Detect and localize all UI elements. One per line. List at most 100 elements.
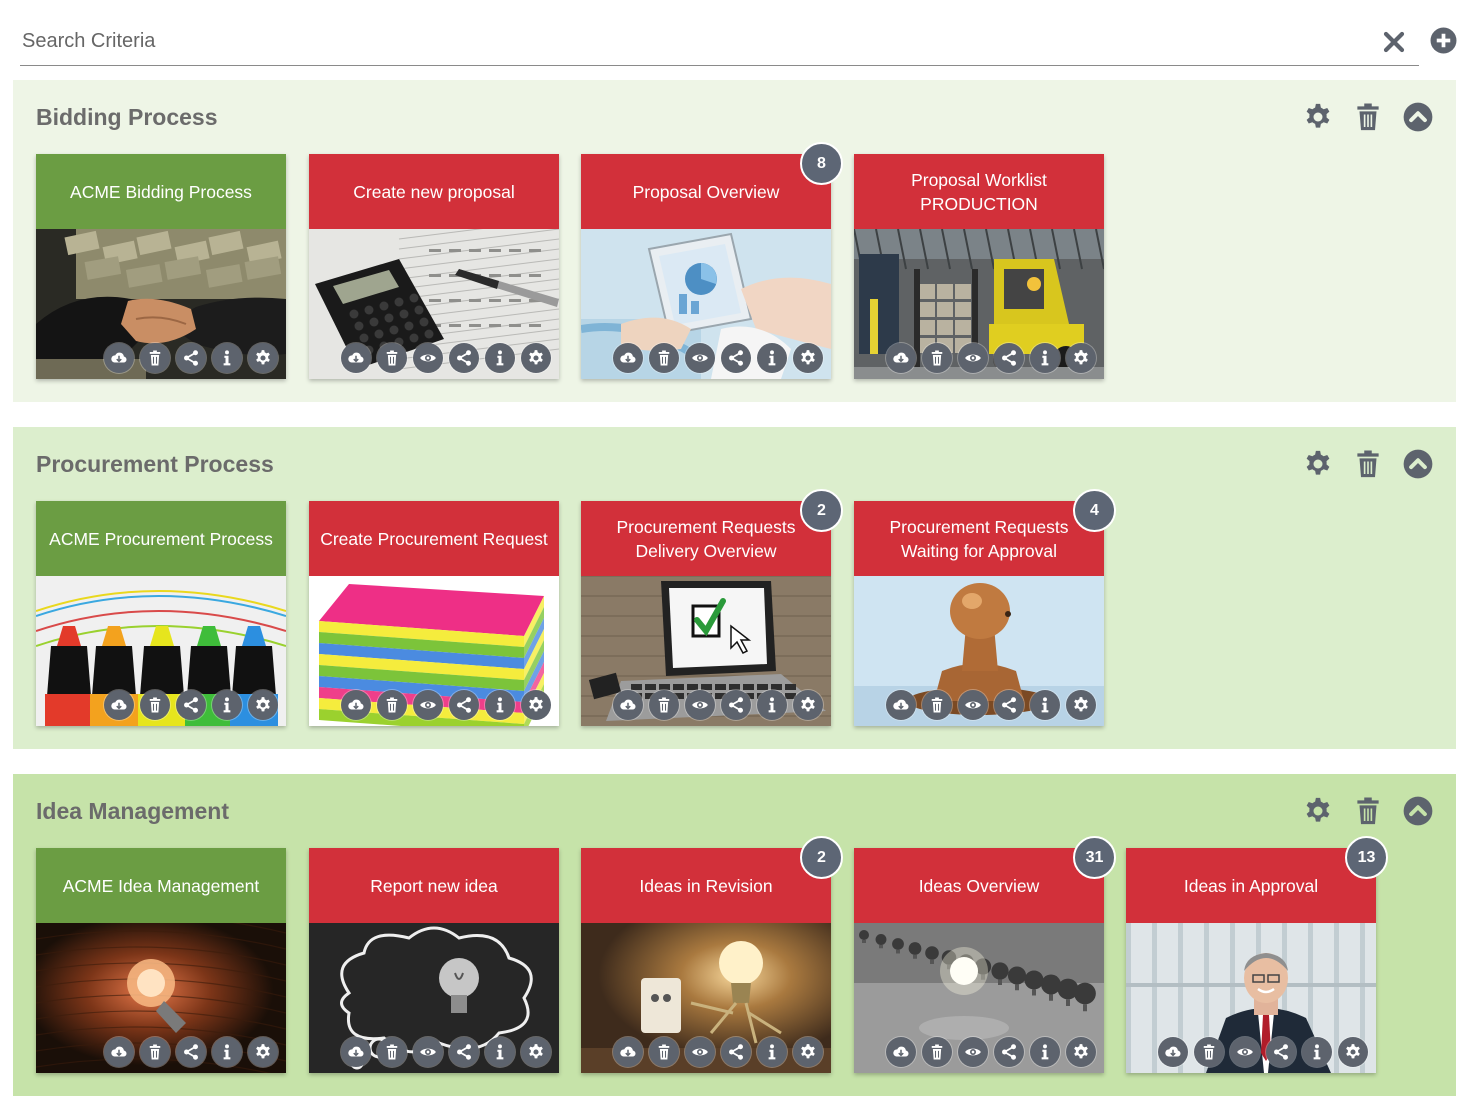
share-button[interactable] <box>176 690 206 720</box>
delete-button[interactable] <box>377 1037 407 1067</box>
info-button[interactable] <box>757 343 787 373</box>
info-button[interactable] <box>212 690 242 720</box>
app-tile[interactable]: Procurement Requests Delivery Overview 2 <box>581 489 843 726</box>
tile-header[interactable]: Proposal Overview <box>581 154 831 229</box>
info-button[interactable] <box>485 343 515 373</box>
share-button[interactable] <box>994 343 1024 373</box>
share-button[interactable] <box>1266 1037 1296 1067</box>
info-button[interactable] <box>757 690 787 720</box>
settings-button[interactable] <box>793 343 823 373</box>
app-tile[interactable]: ACME Procurement Process <box>36 501 286 726</box>
share-button[interactable] <box>449 690 479 720</box>
download-button[interactable] <box>341 343 371 373</box>
download-button[interactable] <box>104 343 134 373</box>
settings-button[interactable] <box>1066 690 1096 720</box>
info-button[interactable] <box>485 1037 515 1067</box>
group-delete-button[interactable] <box>1353 796 1385 828</box>
view-button[interactable] <box>413 343 443 373</box>
app-tile[interactable]: Procurement Requests Waiting for Approva… <box>854 489 1116 726</box>
tile-header[interactable]: Create Procurement Request <box>309 501 559 576</box>
view-button[interactable] <box>685 1037 715 1067</box>
settings-button[interactable] <box>793 690 823 720</box>
info-button[interactable] <box>1302 1037 1332 1067</box>
delete-button[interactable] <box>1194 1037 1224 1067</box>
settings-button[interactable] <box>248 690 278 720</box>
app-tile[interactable]: Create Procurement Request <box>309 501 559 726</box>
share-button[interactable] <box>721 1037 751 1067</box>
settings-button[interactable] <box>1066 343 1096 373</box>
app-tile[interactable]: Ideas in Revision 2 <box>581 836 843 1073</box>
tile-header[interactable]: Ideas Overview <box>854 848 1104 923</box>
delete-button[interactable] <box>140 1037 170 1067</box>
view-button[interactable] <box>685 690 715 720</box>
tile-header[interactable]: ACME Bidding Process <box>36 154 286 229</box>
share-button[interactable] <box>449 1037 479 1067</box>
tile-header[interactable]: ACME Procurement Process <box>36 501 286 576</box>
delete-button[interactable] <box>922 1037 952 1067</box>
download-button[interactable] <box>1158 1037 1188 1067</box>
download-button[interactable] <box>613 343 643 373</box>
app-tile[interactable]: ACME Bidding Process <box>36 154 286 379</box>
tile-header[interactable]: Ideas in Approval <box>1126 848 1376 923</box>
delete-button[interactable] <box>922 343 952 373</box>
delete-button[interactable] <box>140 690 170 720</box>
tile-header[interactable]: Procurement Requests Delivery Overview <box>581 501 831 576</box>
info-button[interactable] <box>1030 690 1060 720</box>
view-button[interactable] <box>958 690 988 720</box>
download-button[interactable] <box>886 690 916 720</box>
delete-button[interactable] <box>140 343 170 373</box>
info-button[interactable] <box>212 343 242 373</box>
delete-button[interactable] <box>377 343 407 373</box>
delete-button[interactable] <box>649 690 679 720</box>
group-collapse-button[interactable] <box>1403 796 1435 828</box>
share-button[interactable] <box>721 690 751 720</box>
view-button[interactable] <box>958 343 988 373</box>
view-button[interactable] <box>413 690 443 720</box>
app-tile[interactable]: ACME Idea Management <box>36 848 286 1073</box>
app-tile[interactable]: Ideas Overview 31 <box>854 836 1116 1073</box>
share-button[interactable] <box>176 1037 206 1067</box>
download-button[interactable] <box>886 343 916 373</box>
download-button[interactable] <box>341 1037 371 1067</box>
app-tile[interactable]: Report new idea <box>309 848 559 1073</box>
settings-button[interactable] <box>1066 1037 1096 1067</box>
settings-button[interactable] <box>521 343 551 373</box>
tile-header[interactable]: Procurement Requests Waiting for Approva… <box>854 501 1104 576</box>
delete-button[interactable] <box>922 690 952 720</box>
view-button[interactable] <box>685 343 715 373</box>
group-settings-button[interactable] <box>1303 102 1335 134</box>
app-tile[interactable]: Create new proposal <box>309 154 559 379</box>
delete-button[interactable] <box>649 343 679 373</box>
app-tile[interactable]: Proposal Overview 8 <box>581 142 843 379</box>
info-button[interactable] <box>757 1037 787 1067</box>
download-button[interactable] <box>613 1037 643 1067</box>
settings-button[interactable] <box>521 1037 551 1067</box>
info-button[interactable] <box>212 1037 242 1067</box>
group-collapse-button[interactable] <box>1403 102 1435 134</box>
tile-header[interactable]: Create new proposal <box>309 154 559 229</box>
clear-search-button[interactable] <box>1382 30 1406 54</box>
settings-button[interactable] <box>1338 1037 1368 1067</box>
info-button[interactable] <box>485 690 515 720</box>
group-delete-button[interactable] <box>1353 102 1385 134</box>
download-button[interactable] <box>341 690 371 720</box>
settings-button[interactable] <box>521 690 551 720</box>
info-button[interactable] <box>1030 343 1060 373</box>
group-settings-button[interactable] <box>1303 796 1335 828</box>
search-input[interactable] <box>20 26 1364 56</box>
group-settings-button[interactable] <box>1303 449 1335 481</box>
info-button[interactable] <box>1030 1037 1060 1067</box>
tile-header[interactable]: Report new idea <box>309 848 559 923</box>
view-button[interactable] <box>413 1037 443 1067</box>
app-tile[interactable]: Proposal Worklist PRODUCTION <box>854 154 1104 379</box>
share-button[interactable] <box>994 1037 1024 1067</box>
delete-button[interactable] <box>649 1037 679 1067</box>
add-group-button[interactable] <box>1430 27 1457 54</box>
download-button[interactable] <box>104 1037 134 1067</box>
download-button[interactable] <box>613 690 643 720</box>
share-button[interactable] <box>176 343 206 373</box>
tile-header[interactable]: Proposal Worklist PRODUCTION <box>854 154 1104 229</box>
group-collapse-button[interactable] <box>1403 449 1435 481</box>
view-button[interactable] <box>958 1037 988 1067</box>
share-button[interactable] <box>449 343 479 373</box>
